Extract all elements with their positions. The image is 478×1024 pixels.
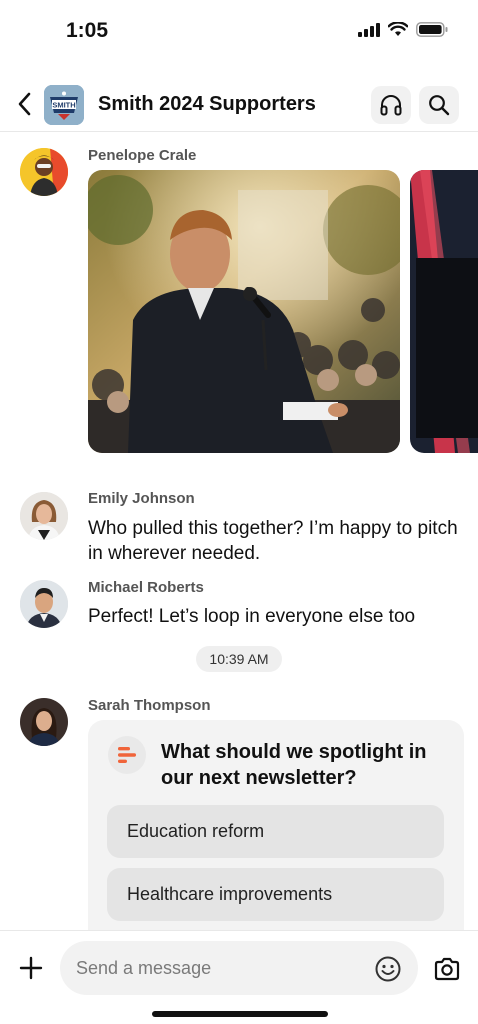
- rally-photo-image: [410, 170, 478, 453]
- camera-icon[interactable]: [433, 955, 461, 983]
- avatar[interactable]: [20, 698, 68, 746]
- back-button[interactable]: [12, 90, 36, 118]
- page-title: Smith 2024 Supporters: [98, 93, 316, 115]
- poll-card: What should we spotlight in our next new…: [88, 720, 464, 950]
- rally-photo-image: [88, 170, 400, 453]
- sender-name: Penelope Crale: [88, 147, 197, 164]
- poll-question: What should we spotlight in our next new…: [161, 741, 427, 789]
- shared-photo[interactable]: [410, 170, 478, 453]
- sender-name: Sarah Thompson: [88, 697, 211, 714]
- person-avatar-icon: [20, 698, 68, 746]
- status-bar: 1:05: [0, 0, 478, 62]
- poll-icon: [108, 736, 146, 774]
- chevron-left-icon: [18, 92, 31, 116]
- headphones-icon: [380, 95, 402, 116]
- audio-call-button[interactable]: [371, 86, 411, 124]
- add-attachment-button[interactable]: [16, 953, 46, 983]
- search-button[interactable]: [419, 86, 459, 124]
- poll-option[interactable]: Healthcare improvements: [107, 868, 444, 921]
- person-avatar-icon: [20, 492, 68, 540]
- avatar[interactable]: [20, 580, 68, 628]
- search-icon: [429, 95, 450, 116]
- status-time: 1:05: [66, 19, 109, 42]
- message-text: Perfect! Let’s loop in everyone else too: [88, 606, 416, 627]
- svg-text:SMITH: SMITH: [52, 101, 75, 110]
- group-avatar[interactable]: SMITH: [44, 85, 84, 125]
- avatar[interactable]: [20, 148, 68, 196]
- person-avatar-icon: [20, 580, 68, 628]
- person-avatar-icon: [20, 148, 68, 196]
- battery-icon: [416, 22, 448, 37]
- plus-icon: [19, 956, 43, 980]
- chat-header: SMITH Smith 2024 Supporters: [0, 74, 478, 132]
- home-indicator: [152, 1011, 328, 1017]
- message-text: Who pulled this together? I’m happy to p…: [88, 518, 458, 564]
- avatar[interactable]: [20, 492, 68, 540]
- emoji-icon[interactable]: [374, 955, 402, 983]
- campaign-logo-icon: SMITH: [44, 85, 84, 125]
- poll-option[interactable]: Education reform: [107, 805, 444, 858]
- wifi-icon: [388, 22, 408, 36]
- sender-name: Michael Roberts: [88, 579, 204, 596]
- shared-photo[interactable]: [88, 170, 400, 453]
- message-composer: [0, 930, 478, 1024]
- status-icons: [358, 22, 448, 37]
- sender-name: Emily Johnson: [88, 490, 195, 507]
- message-input[interactable]: [60, 941, 418, 995]
- timestamp-divider: 10:39 AM: [196, 646, 282, 672]
- signal-icon: [358, 22, 380, 37]
